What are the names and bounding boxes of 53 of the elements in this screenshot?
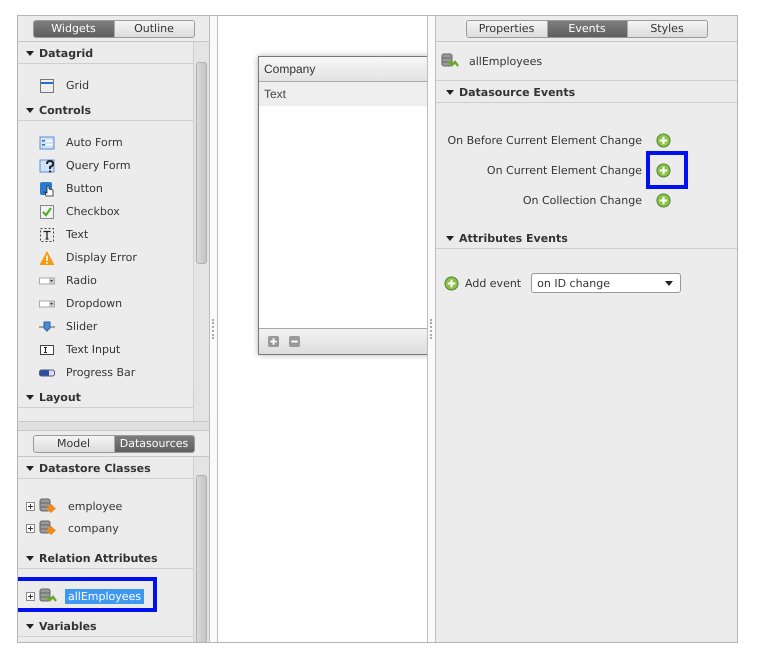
widget-item[interactable]: Dropdown [18,292,193,315]
widget-item[interactable]: Text [18,223,193,246]
panel-tab[interactable]: Widgets [34,20,114,36]
inspector-tab[interactable]: Properties [466,20,546,36]
datasource-name: allEmployees [469,54,542,68]
tree-item[interactable]: company [65,520,122,536]
expand-toggle[interactable] [26,524,35,532]
widget-item[interactable]: Text Input [18,338,193,361]
grid-widget[interactable]: Company Text [258,56,427,355]
text-icon [39,226,55,242]
widget-item[interactable]: Checkbox [18,200,193,223]
event-dropdown[interactable]: on ID change [531,273,682,293]
add-event-label[interactable]: Add event [465,276,522,290]
slider-icon [39,318,55,334]
remove-icon[interactable] [289,336,300,347]
inspector-tab[interactable]: Styles [626,20,706,36]
add-icon[interactable] [656,162,671,178]
event-label: On Current Element Change [486,164,642,176]
column-header: Text [259,82,427,106]
widget-item[interactable]: Query Form [18,154,193,177]
widget-item[interactable]: Progress Bar [18,361,193,384]
widget-item[interactable]: Radio [18,269,193,292]
panel-tab[interactable]: Datasources [114,436,194,452]
widget-item[interactable]: Slider [18,315,193,338]
relation-icon [441,53,459,69]
caret-icon [665,280,674,286]
pointer-hand-icon [39,180,55,196]
database-icon [39,520,57,536]
checkbox-icon [39,204,55,220]
panel-tab[interactable]: Outline [114,20,194,36]
grid-title: Company [259,57,427,82]
inspector-tab[interactable]: Events [546,20,626,36]
panel-tab[interactable]: Model [34,436,114,452]
tree-item[interactable]: employee [65,498,126,514]
database-icon [39,498,57,514]
event-label: On Collection Change [522,194,642,206]
widget-item[interactable]: Display Error [18,246,193,269]
widget-item[interactable]: Button [18,177,193,200]
form-icon [39,134,55,150]
relation-icon [39,588,57,604]
widget-item[interactable]: Auto Form [18,131,193,154]
add-icon[interactable] [444,276,459,290]
scrollbar[interactable] [193,457,209,642]
add-icon[interactable] [656,192,671,208]
add-icon[interactable] [656,132,671,148]
expand-toggle[interactable] [26,592,35,600]
grid-icon [39,78,55,94]
expand-toggle[interactable] [26,502,35,510]
scrollbar[interactable] [193,42,209,421]
event-label: On Before Current Element Change [447,134,642,146]
query-form-icon [39,158,55,174]
warning-icon [39,250,55,266]
widget-item[interactable]: Grid [18,74,193,97]
